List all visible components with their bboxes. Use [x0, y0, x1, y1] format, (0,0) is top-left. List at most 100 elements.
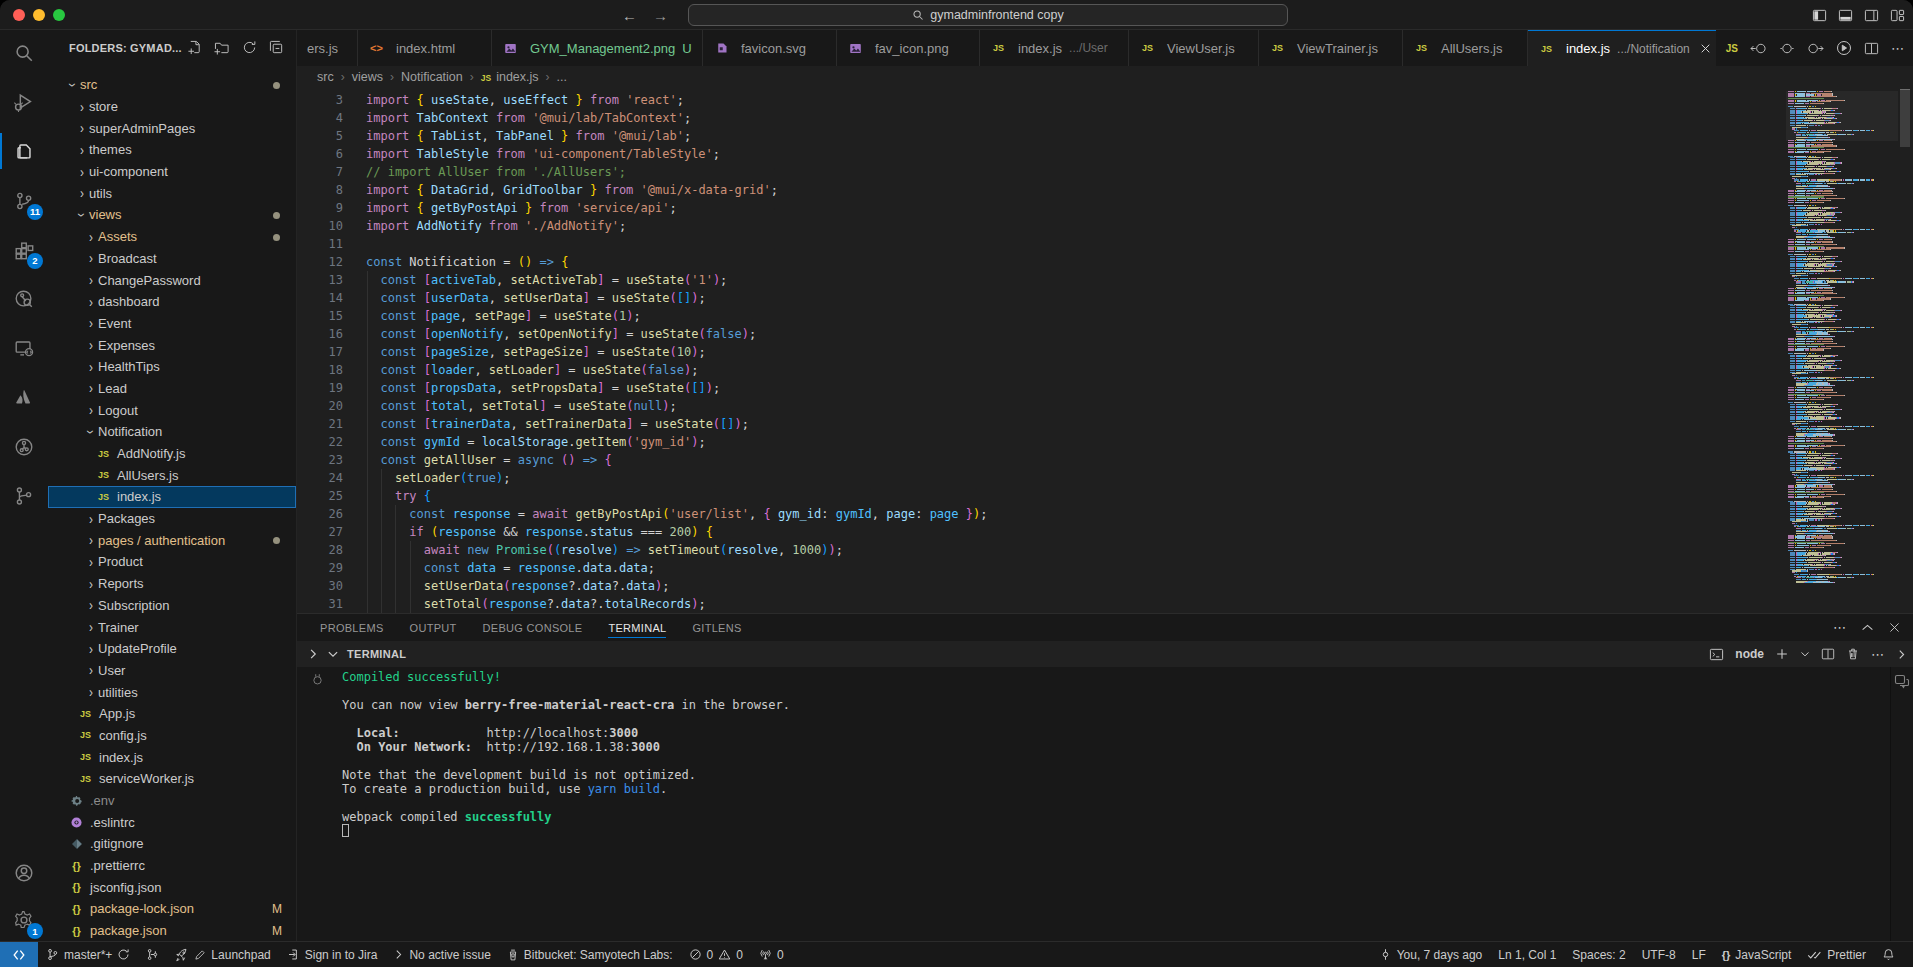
toggle-primary-sidebar-icon[interactable]: [1812, 8, 1827, 23]
close-tab-icon[interactable]: [1700, 43, 1711, 54]
terminal-scroll-right-icon[interactable]: [1896, 649, 1907, 660]
tab-fav-icon-png[interactable]: fav_icon.png: [837, 30, 980, 66]
tree-folder-user[interactable]: ›User: [48, 660, 296, 682]
status-gitlens-graph[interactable]: [138, 942, 167, 967]
tree-file-package-lock-json[interactable]: {}package-lock.jsonM: [48, 898, 296, 920]
activity-bar-item-run-and-debug[interactable]: [0, 78, 48, 126]
tree-file--eslintrc[interactable]: .eslintrc: [48, 811, 296, 833]
tree-folder-utilities[interactable]: ›utilities: [48, 681, 296, 703]
tree-folder-reports[interactable]: ›Reports: [48, 573, 296, 595]
tree-folder-pages-authentication[interactable]: ›pages / authentication: [48, 529, 296, 551]
collapse-folders-icon[interactable]: [269, 40, 284, 55]
tree-folder-dashboard[interactable]: ›dashboard: [48, 291, 296, 313]
tree-folder-src[interactable]: ›src: [48, 74, 296, 96]
status-cursor-position[interactable]: Ln 1, Col 1: [1490, 942, 1564, 967]
tab-gym-management2-png[interactable]: GYM_Management2.pngU: [492, 30, 703, 66]
refresh-explorer-icon[interactable]: [242, 40, 257, 55]
tree-folder-store[interactable]: ›store: [48, 96, 296, 118]
terminal[interactable]: Compiled successfully! You can now view …: [297, 667, 1913, 941]
editor-scrollbar[interactable]: [1898, 88, 1913, 613]
tree-folder-themes[interactable]: ›themes: [48, 139, 296, 161]
toggle-panel-icon[interactable]: [1838, 8, 1853, 23]
terminal-collapse-icon[interactable]: [327, 648, 339, 660]
panel-tab-gitlens[interactable]: GITLENS: [692, 614, 741, 641]
tree-folder-utils[interactable]: ›utils: [48, 182, 296, 204]
tab-index-html[interactable]: <>index.html: [358, 30, 492, 66]
tab-index-js[interactable]: JSindex.js.../User: [980, 30, 1129, 66]
new-folder-icon[interactable]: [214, 40, 230, 55]
tree-folder-assets[interactable]: ›Assets: [48, 226, 296, 248]
breadcrumb-item[interactable]: Notification: [401, 70, 463, 84]
panel-tab-problems[interactable]: PROBLEMS: [320, 614, 384, 641]
tree-file-addnotify-js[interactable]: JSAddNotify.js: [48, 443, 296, 465]
tree-folder-changepassword[interactable]: ›ChangePassword: [48, 269, 296, 291]
gitlens-next-change-icon[interactable]: [1807, 41, 1824, 56]
activity-bar-item-git-graph[interactable]: [0, 472, 48, 520]
tree-file--gitignore[interactable]: .gitignore: [48, 833, 296, 855]
status-remote[interactable]: [0, 942, 38, 967]
tree-file--env[interactable]: .env: [48, 790, 296, 812]
terminal-more-actions-icon[interactable]: ⋯: [1871, 647, 1885, 662]
zoom-window-button[interactable]: [53, 9, 65, 21]
navigate-back-button[interactable]: ←: [622, 7, 637, 24]
status-ports[interactable]: 0: [751, 942, 792, 967]
new-file-icon[interactable]: [187, 40, 202, 55]
code-editor[interactable]: 3import { useState, useEffect } from 're…: [297, 88, 1913, 613]
status-jira[interactable]: Sign in to Jira: [279, 942, 386, 967]
command-center-search[interactable]: gymadminfrontend copy: [688, 4, 1288, 26]
tree-folder-lead[interactable]: ›Lead: [48, 378, 296, 400]
status-indentation[interactable]: Spaces: 2: [1564, 942, 1633, 967]
tree-file--prettierrc[interactable]: {}.prettierrc: [48, 855, 296, 877]
tree-folder-packages[interactable]: ›Packages: [48, 508, 296, 530]
gitlens-prev-change-icon[interactable]: [1750, 41, 1767, 56]
close-window-button[interactable]: [13, 9, 25, 21]
breadcrumb-item[interactable]: JSindex.js: [481, 70, 539, 84]
tree-file-allusers-js[interactable]: JSAllUsers.js: [48, 464, 296, 486]
tab-viewtrainer-js[interactable]: JSViewTrainer.js: [1259, 30, 1403, 66]
tree-folder-healthtips[interactable]: ›HealthTips: [48, 356, 296, 378]
tree-file-index-js[interactable]: JSindex.js: [48, 746, 296, 768]
status-language[interactable]: {}JavaScript: [1714, 942, 1800, 967]
tab-viewuser-js[interactable]: JSViewUser.js: [1129, 30, 1259, 66]
gitlens-heatmap-icon[interactable]: [1779, 41, 1795, 56]
breadcrumb-item[interactable]: ...: [557, 70, 567, 84]
activity-bar-item-remote-explorer[interactable]: [0, 324, 48, 372]
tree-folder-broadcast[interactable]: ›Broadcast: [48, 248, 296, 270]
customize-layout-icon[interactable]: [1890, 8, 1905, 23]
status-blame[interactable]: You, 7 days ago: [1371, 942, 1491, 967]
more-editor-actions-icon[interactable]: ⋯: [1891, 41, 1905, 56]
minimize-window-button[interactable]: [33, 9, 45, 21]
terminal-chat-icon[interactable]: [1894, 674, 1910, 690]
tree-file-jsconfig-json[interactable]: {}jsconfig.json: [48, 876, 296, 898]
toggle-secondary-sidebar-icon[interactable]: [1864, 8, 1879, 23]
new-terminal-icon[interactable]: [1775, 647, 1789, 661]
tree-folder-expenses[interactable]: ›Expenses: [48, 334, 296, 356]
status-notifications[interactable]: [1874, 942, 1903, 967]
tree-file-app-js[interactable]: JSApp.js: [48, 703, 296, 725]
status-eol[interactable]: LF: [1684, 942, 1714, 967]
terminal-scrollbar[interactable]: [1890, 667, 1891, 941]
activity-bar-item-extensions[interactable]: 2: [0, 226, 48, 274]
launch-profile-icon[interactable]: [1709, 647, 1724, 662]
minimap-slider[interactable]: [1786, 91, 1898, 141]
panel-tab-debug-console[interactable]: DEBUG CONSOLE: [483, 614, 583, 641]
panel-expand-icon[interactable]: [307, 648, 319, 660]
split-terminal-icon[interactable]: [1821, 647, 1835, 661]
status-encoding[interactable]: UTF-8: [1634, 942, 1684, 967]
breadcrumb-item[interactable]: src: [317, 70, 334, 84]
status-problems[interactable]: 00: [681, 942, 751, 967]
activity-bar-item-explorer[interactable]: [0, 127, 48, 175]
tree-folder-event[interactable]: ›Event: [48, 313, 296, 335]
panel-tab-output[interactable]: OUTPUT: [410, 614, 457, 641]
status-launchpad[interactable]: Launchpad: [167, 942, 278, 967]
tree-folder-updateprofile[interactable]: ›UpdateProfile: [48, 638, 296, 660]
tree-file-index-js[interactable]: JSindex.js: [48, 486, 296, 508]
run-code-icon[interactable]: [1836, 40, 1852, 56]
status-formatter[interactable]: Prettier: [1799, 942, 1874, 967]
terminal-dropdown-icon[interactable]: [1800, 649, 1810, 659]
activity-bar-item-source-control[interactable]: 11: [0, 177, 48, 225]
tab-ers-js[interactable]: ers.js: [297, 30, 358, 66]
activity-bar-item-accounts[interactable]: [0, 849, 48, 897]
tree-folder-views[interactable]: ›views: [48, 204, 296, 226]
status-branch[interactable]: master*+: [38, 942, 138, 967]
